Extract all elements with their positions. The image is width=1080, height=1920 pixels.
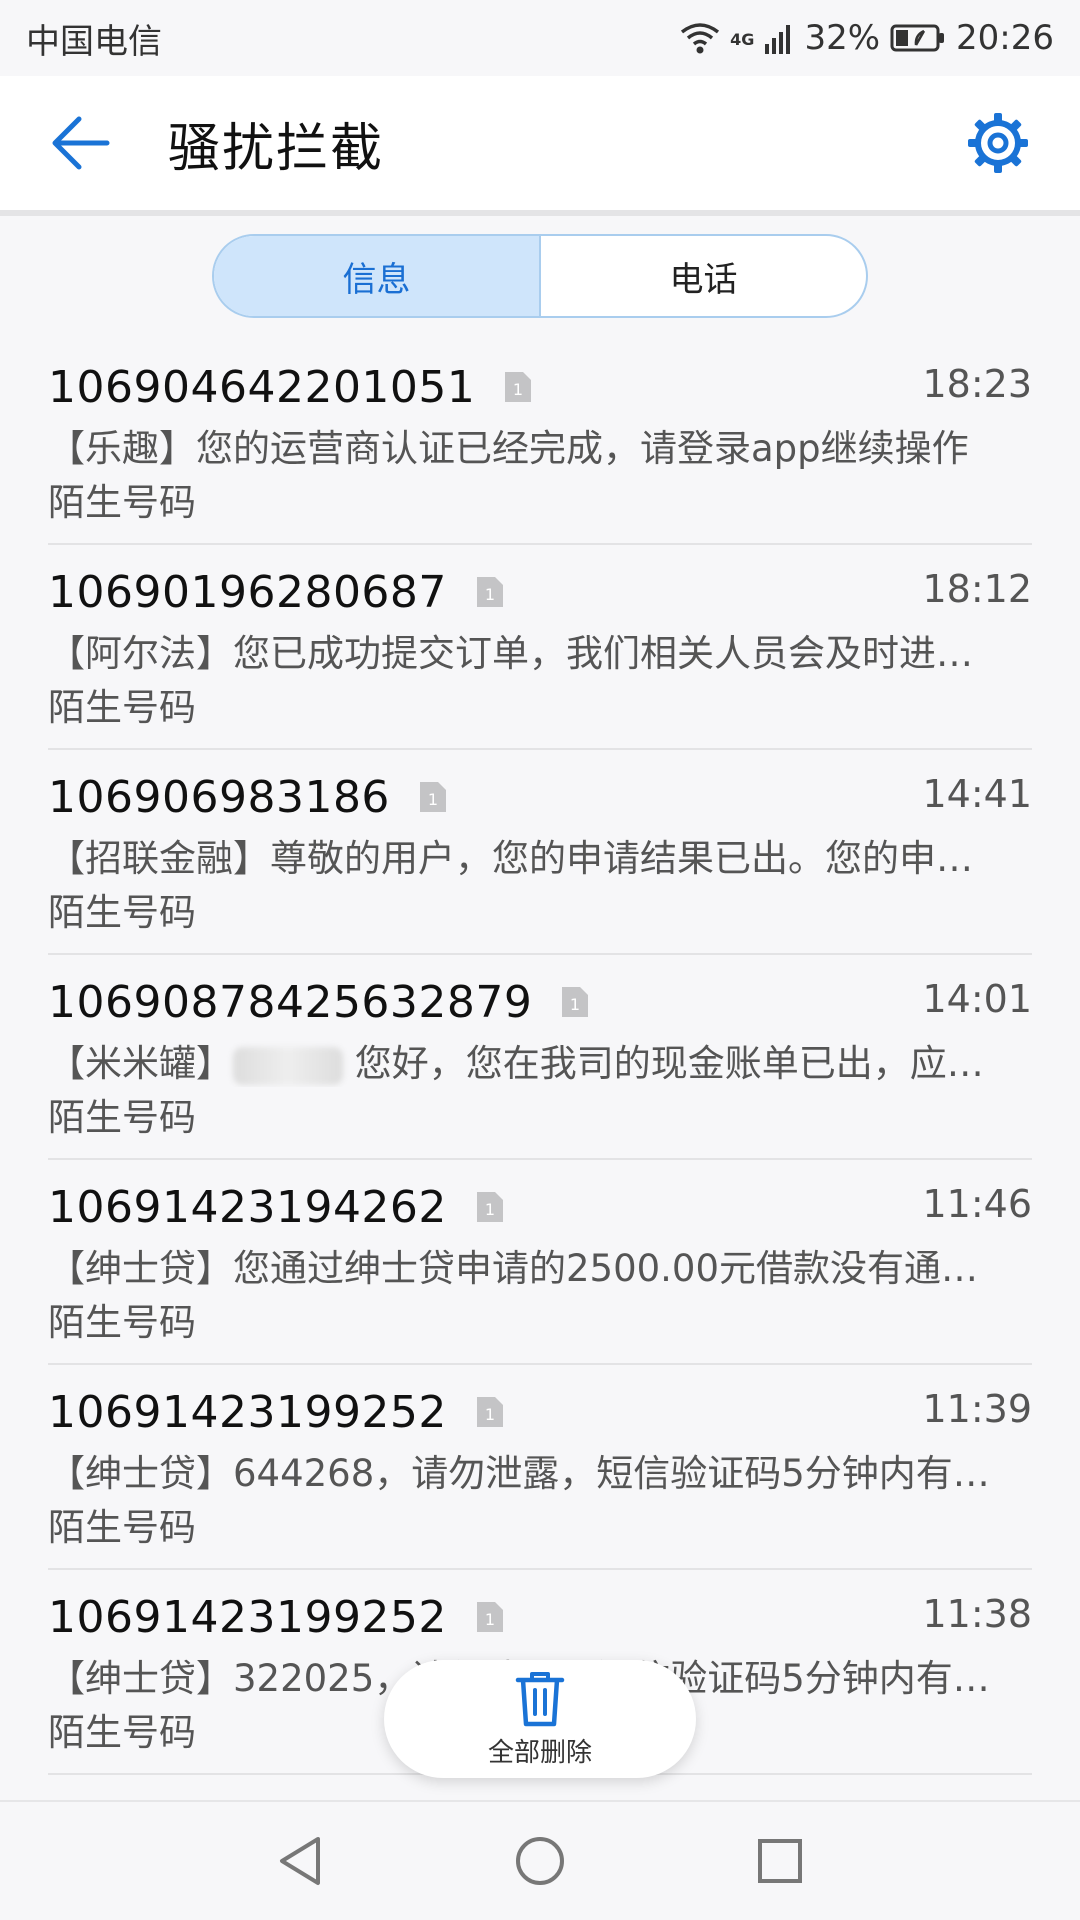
status-icons: 4G 32% 20:26 (680, 18, 1054, 58)
sim-card-icon: 1 (505, 372, 532, 402)
battery-percent: 32% (804, 18, 881, 58)
blocked-message-list: 106904642201051 1 18:23 【乐趣】您的运营商认证已经完成，… (48, 340, 1032, 1775)
settings-button[interactable] (938, 76, 1058, 210)
delete-all-button[interactable]: 全部删除 (384, 1660, 696, 1778)
sender-number: 10691423194262 (48, 1181, 447, 1233)
stranger-tag: 陌生号码 (48, 1711, 196, 1754)
stranger-tag: 陌生号码 (48, 1506, 196, 1549)
sender-number: 10690196280687 (48, 566, 447, 618)
stranger-tag: 陌生号码 (48, 481, 196, 524)
app-bar: 骚扰拦截 (0, 76, 1080, 210)
sim-number: 1 (428, 790, 438, 809)
stranger-tag: 陌生号码 (48, 686, 196, 729)
app-bar-divider (0, 210, 1080, 216)
nav-back-button[interactable] (255, 1816, 345, 1906)
sim-card-icon: 1 (476, 1397, 503, 1427)
list-item[interactable]: 10690196280687 1 18:12 【阿尔法】您已成功提交订单，我们相… (48, 545, 1032, 750)
list-item[interactable]: 10691423194262 1 11:46 【绅士贷】您通过绅士贷申请的250… (48, 1160, 1032, 1365)
message-time: 18:12 (922, 567, 1032, 611)
sim-card-icon: 1 (419, 782, 446, 812)
delete-all-label: 全部删除 (487, 1737, 592, 1768)
stranger-tag: 陌生号码 (48, 1096, 196, 1139)
wifi-icon (681, 23, 720, 54)
sim-card-icon: 1 (476, 1602, 503, 1632)
sender-number: 106906983186 (48, 771, 390, 823)
sim-number: 1 (485, 1200, 495, 1219)
list-item[interactable]: 10691423199252 1 11:39 【绅士贷】644268，请勿泄露，… (48, 1365, 1032, 1570)
tab-messages[interactable]: 信息 (214, 236, 541, 316)
message-time: 11:46 (922, 1182, 1032, 1226)
list-item[interactable]: 10690878425632879 1 14:01 【米米罐】 您好，您在我司的… (48, 955, 1032, 1160)
list-item-header: 106904642201051 1 18:23 (48, 358, 1032, 416)
carrier-label: 中国电信 (26, 21, 162, 62)
home-circle-icon (516, 1837, 564, 1885)
message-time: 11:39 (922, 1387, 1032, 1431)
sender-number: 10690878425632879 (48, 976, 533, 1028)
back-triangle-icon (280, 1837, 320, 1885)
message-time: 18:23 (922, 362, 1032, 406)
trash-icon (515, 1671, 565, 1726)
recents-square-icon (758, 1839, 802, 1883)
list-item-header: 10691423199252 1 11:38 (48, 1588, 1032, 1646)
stranger-tag: 陌生号码 (48, 1301, 196, 1344)
list-item-header: 10690196280687 1 18:12 (48, 563, 1032, 621)
message-preview: 【阿尔法】您已成功提交订单，我们相关人员会及时进… (48, 632, 973, 675)
sim-number: 1 (485, 1610, 495, 1629)
network-type: 4G (730, 30, 755, 49)
system-nav-bar (0, 1802, 1080, 1920)
battery-icon (890, 24, 945, 52)
list-item-header: 106906983186 1 14:41 (48, 768, 1032, 826)
message-time: 14:01 (922, 977, 1032, 1021)
signal-icon (765, 25, 791, 54)
gear-icon (968, 113, 1028, 173)
message-preview: 【米米罐】 您好，您在我司的现金账单已出，应… (48, 1033, 1032, 1087)
back-arrow-icon (52, 116, 110, 170)
sim-number: 1 (485, 585, 495, 604)
sim-number: 1 (570, 995, 580, 1014)
message-preview: 【绅士贷】您通过绅士贷申请的2500.00元借款没有通… (48, 1247, 979, 1290)
sim-card-icon: 1 (562, 987, 589, 1017)
nav-home-button[interactable] (495, 1816, 585, 1906)
list-item[interactable]: 106906983186 1 14:41 【招联金融】尊敬的用户，您的申请结果已… (48, 750, 1032, 955)
redacted-blur (233, 1046, 343, 1085)
sim-card-icon: 1 (476, 1192, 503, 1222)
message-time: 14:41 (922, 772, 1032, 816)
page-title: 骚扰拦截 (168, 118, 385, 179)
sender-number: 106904642201051 (48, 361, 476, 413)
list-item-header: 10691423199252 1 11:39 (48, 1383, 1032, 1441)
message-preview: 【招联金融】尊敬的用户，您的申请结果已出。您的申… (48, 837, 973, 880)
sim-number: 1 (485, 1405, 495, 1424)
sim-number: 1 (513, 380, 523, 399)
message-preview-prefix: 【米米罐】 (48, 1042, 233, 1085)
tab-calls[interactable]: 电话 (541, 236, 866, 316)
message-preview-text: 您好，您在我司的现金账单已出，应… (354, 1042, 984, 1085)
clock: 20:26 (956, 18, 1054, 58)
back-button[interactable] (0, 76, 150, 210)
sim-card-icon: 1 (476, 577, 503, 607)
message-preview: 【乐趣】您的运营商认证已经完成，请登录app继续操作 (48, 427, 969, 470)
segmented-tabs: 信息 电话 (212, 234, 868, 318)
list-item-header: 10690878425632879 1 14:01 (48, 973, 1032, 1031)
stranger-tag: 陌生号码 (48, 891, 196, 934)
message-time: 11:38 (922, 1592, 1032, 1636)
list-item-header: 10691423194262 1 11:46 (48, 1178, 1032, 1236)
sender-number: 10691423199252 (48, 1386, 447, 1438)
message-preview: 【绅士贷】644268，请勿泄露，短信验证码5分钟内有… (48, 1452, 990, 1495)
sender-number: 10691423199252 (48, 1591, 447, 1643)
nav-recents-button[interactable] (735, 1816, 825, 1906)
status-bar: 中国电信 4G 32% 20:26 (0, 0, 1080, 76)
list-item[interactable]: 106904642201051 1 18:23 【乐趣】您的运营商认证已经完成，… (48, 340, 1032, 545)
